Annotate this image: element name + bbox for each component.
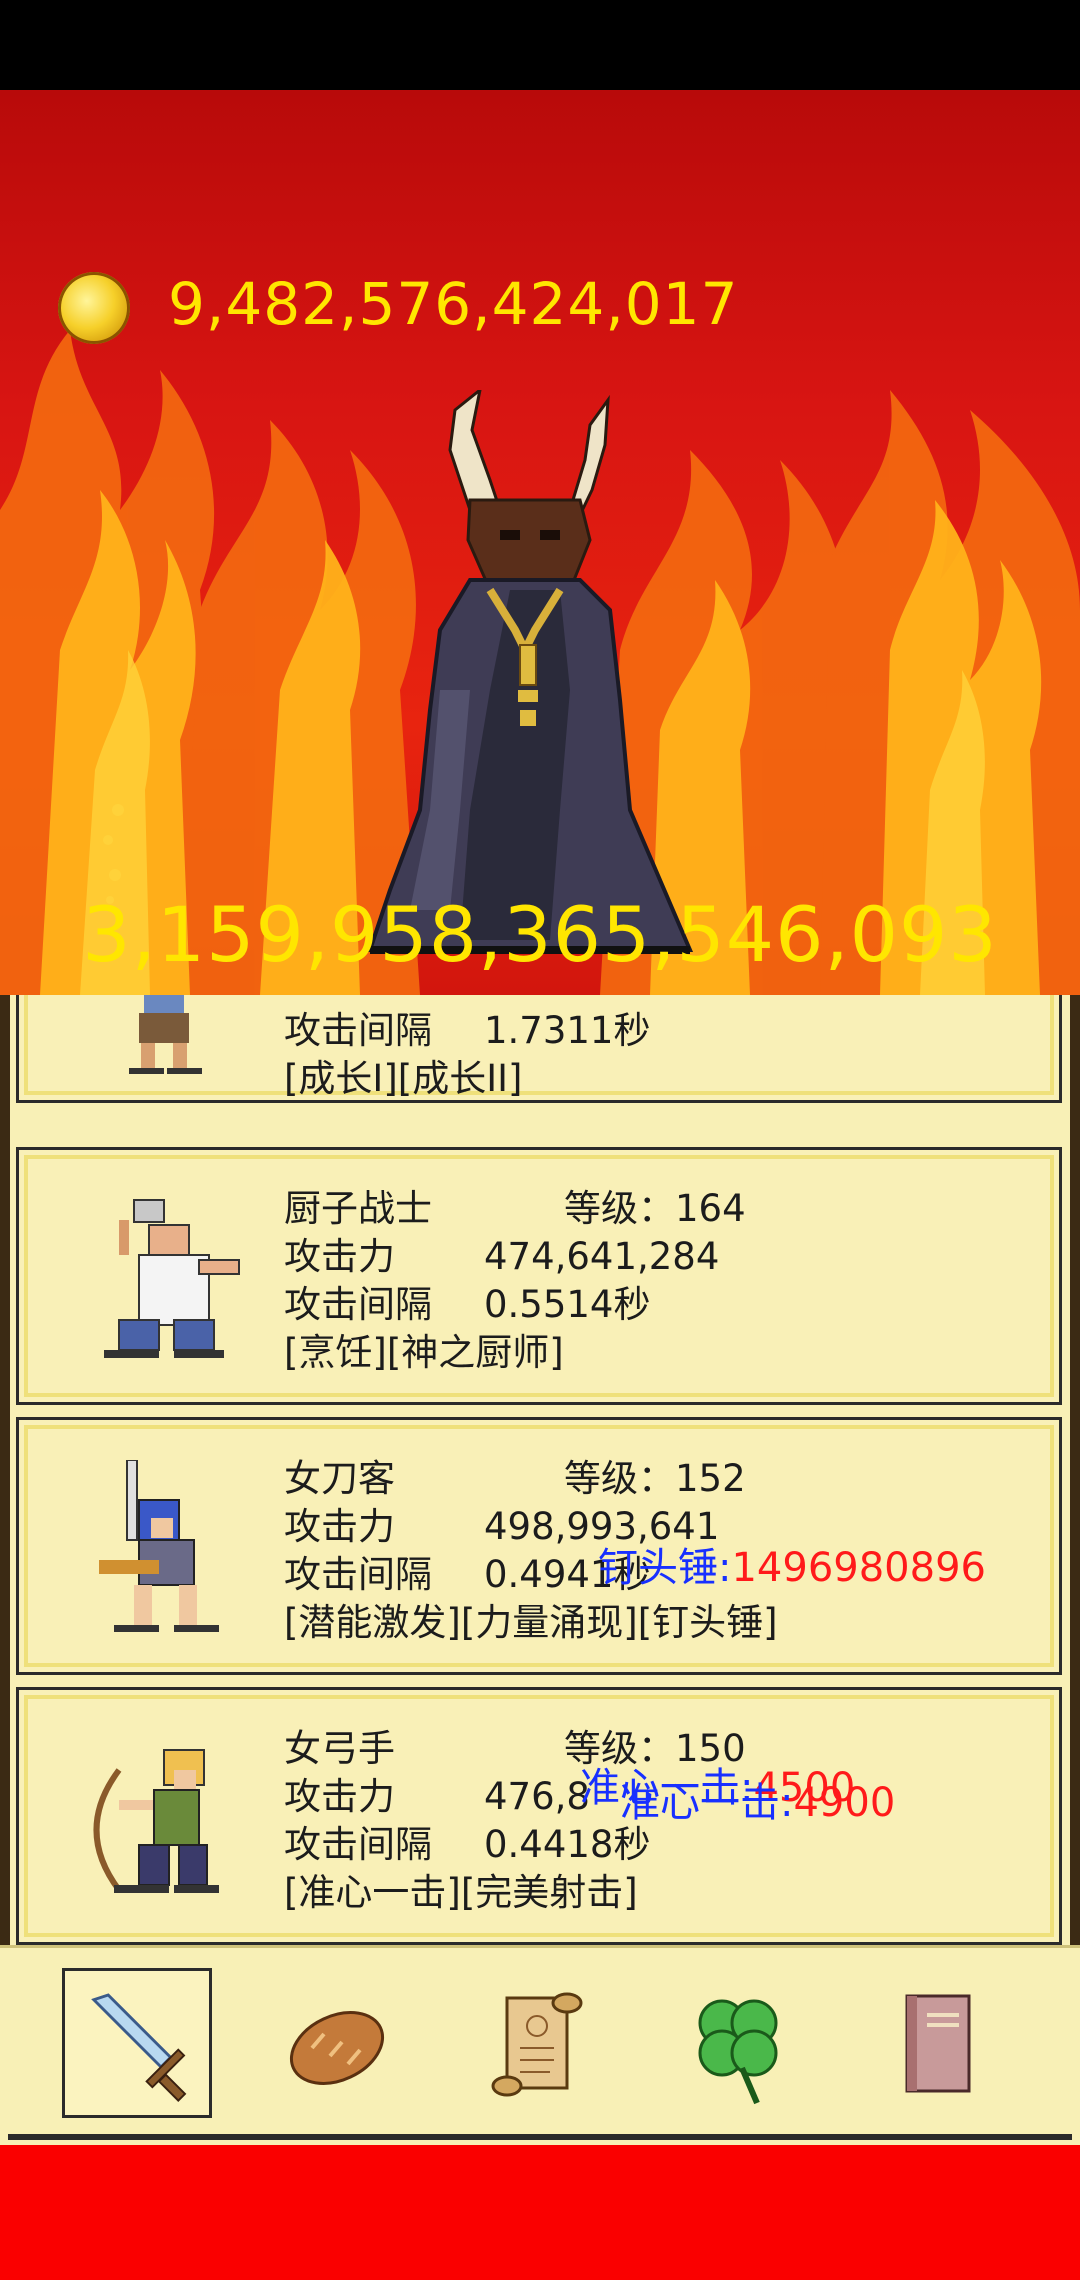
nav-food-button[interactable] (262, 1968, 412, 2118)
list-frame-left (0, 995, 10, 1945)
hero-interval-row: 攻击间隔 1.7311秒 (284, 1009, 651, 1052)
nav-luck-button[interactable] (662, 1968, 812, 2118)
nav-bottom-border (8, 2134, 1072, 2140)
nav-heroes-button[interactable] (62, 1968, 212, 2118)
book-icon (905, 1994, 971, 2093)
swordswoman-sprite (99, 1460, 219, 1632)
hero-card-archer[interactable]: 女弓手 等级：150 攻击力 476,8 攻击间隔 0.4418秒 [准心一击][完… (16, 1687, 1062, 1945)
bottom-background (0, 2145, 1080, 2280)
status-bar (0, 0, 1080, 90)
hero-interval-row: 攻击间隔 0.4941秒 (284, 1553, 651, 1596)
minotaur-boss-sprite[interactable] (360, 390, 700, 970)
gold-amount: 9,482,576,424,017 (168, 270, 739, 338)
hero-skills: [烹饪][神之厨师] (284, 1331, 564, 1374)
hero-level: 等级：152 (564, 1457, 746, 1500)
hero-skills: [准心一击][完美射击] (284, 1871, 638, 1914)
hero-attack-row: 攻击力 476,8 (284, 1775, 590, 1818)
hero-card-chef-warrior[interactable]: 厨子战士 等级：164 攻击力 474,641,284 攻击间隔 0.5514秒 [… (16, 1147, 1062, 1405)
sword-icon (91, 1993, 187, 2102)
boss-hp: 3,159,958,365,546,093 (82, 890, 998, 979)
hero-skills: [成长I][成长II] (284, 1057, 523, 1100)
damage-popup-crit: 准心一击:4900 (620, 1780, 896, 1826)
hero-name: 厨子战士 (284, 1187, 432, 1230)
hero-card-partial[interactable]: 攻击间隔 1.7311秒 [成长I][成长II] (16, 995, 1062, 1103)
chef-warrior-sprite (104, 1199, 240, 1358)
hero-name: 女刀客 (284, 1457, 395, 1500)
damage-popup-hammer: 钉头锤:1496980896 (598, 1545, 986, 1591)
hero-interval-row: 攻击间隔 0.4418秒 (284, 1823, 651, 1866)
hero-skills: [潜能激发][力量涌现][钉头锤] (284, 1601, 778, 1644)
hero-level: 等级：164 (564, 1187, 746, 1230)
gold-coin-icon (58, 272, 130, 344)
battle-scene[interactable]: 9,482,576,424,017 3,159,958,365,546,093 (0, 90, 1080, 995)
archer-sprite (93, 1749, 219, 1893)
hero-interval-row: 攻击间隔 0.5514秒 (284, 1283, 651, 1326)
nav-scroll-button[interactable] (462, 1968, 612, 2118)
clover-icon (698, 1999, 778, 2105)
hero-name: 女弓手 (284, 1727, 395, 1770)
scroll-icon (491, 1992, 583, 2097)
nav-book-button[interactable] (862, 1968, 1012, 2118)
list-frame-right (1070, 995, 1080, 1945)
bottom-nav (0, 1945, 1080, 2148)
hero-list[interactable]: 攻击间隔 1.7311秒 [成长I][成长II] 厨子战士 等级：164 攻击力 4… (0, 995, 1080, 1945)
villager-hero-sprite (129, 995, 202, 1074)
bread-icon (289, 2011, 385, 2085)
hero-attack-row: 攻击力 474,641,284 (284, 1235, 720, 1278)
